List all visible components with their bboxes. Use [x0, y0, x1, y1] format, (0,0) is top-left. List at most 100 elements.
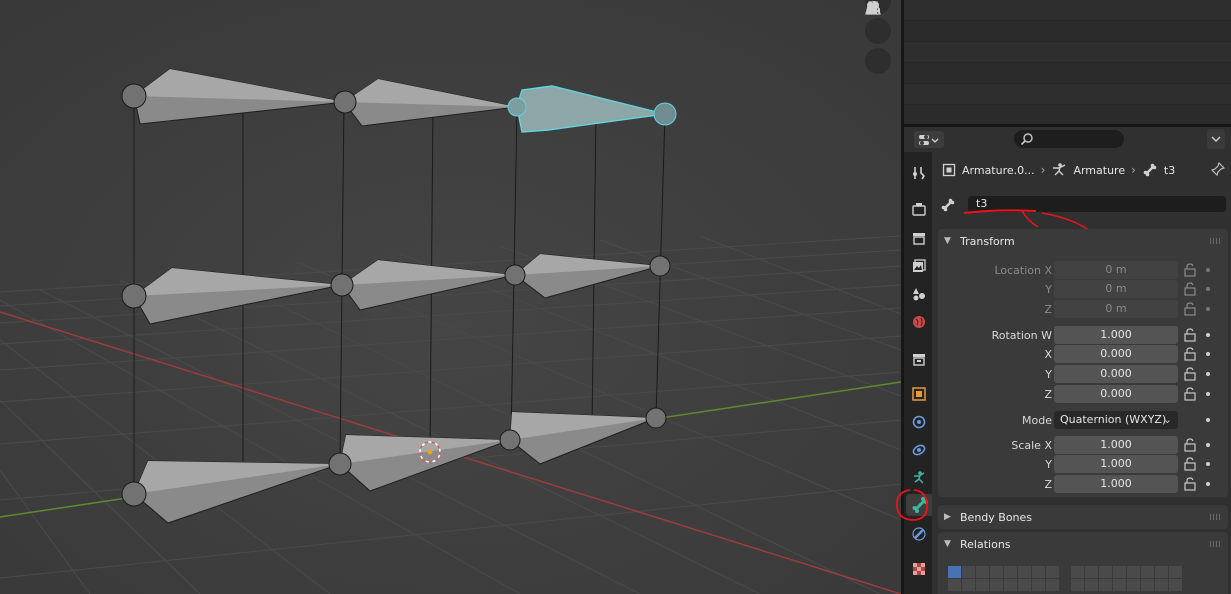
- chevron-right-icon: ▶: [944, 512, 951, 522]
- keyframe-dot[interactable]: [1206, 462, 1210, 466]
- layer-toggle[interactable]: [948, 566, 961, 578]
- layer-toggle[interactable]: [1070, 579, 1084, 591]
- keyframe-dot[interactable]: [1206, 482, 1210, 486]
- keyframe-dot[interactable]: [1206, 352, 1210, 356]
- tool-tab[interactable]: [908, 162, 930, 184]
- transform-panel-header[interactable]: ▼ Transform: [938, 229, 1228, 253]
- editor-type-selector[interactable]: [914, 131, 944, 148]
- lock-icon[interactable]: [1183, 438, 1197, 452]
- layer-toggle[interactable]: [1140, 579, 1154, 591]
- location-y-field[interactable]: 0 m: [1054, 280, 1178, 298]
- layer-toggle[interactable]: [1046, 566, 1059, 578]
- layer-toggle[interactable]: [1018, 579, 1031, 591]
- bendy-bones-panel[interactable]: ▶ Bendy Bones: [938, 505, 1228, 529]
- rotation-x-field[interactable]: 0.000: [1054, 345, 1178, 363]
- scale-y-field[interactable]: 1.000: [1054, 455, 1178, 473]
- drag-grip-icon[interactable]: [1210, 238, 1222, 244]
- lock-icon[interactable]: [1183, 387, 1197, 401]
- layer-toggle[interactable]: [948, 579, 961, 591]
- layer-toggle[interactable]: [976, 579, 989, 591]
- chevron-right-icon: ›: [1131, 163, 1136, 177]
- location-x-field[interactable]: 0 m: [1054, 261, 1178, 279]
- layer-toggle[interactable]: [1168, 566, 1182, 578]
- world-tab[interactable]: [908, 311, 930, 333]
- layer-toggle[interactable]: [1046, 579, 1059, 591]
- keyframe-dot[interactable]: [1206, 307, 1210, 311]
- outliner-area[interactable]: [904, 0, 1231, 126]
- layer-toggle[interactable]: [1032, 566, 1045, 578]
- collection-tab[interactable]: [908, 348, 930, 370]
- layer-toggle[interactable]: [1084, 566, 1098, 578]
- lock-icon[interactable]: [1183, 457, 1197, 471]
- bone-icon: [1143, 163, 1157, 177]
- keyframe-dot[interactable]: [1206, 392, 1210, 396]
- drag-grip-icon[interactable]: [1210, 541, 1222, 547]
- rotation-mode-dropdown[interactable]: Quaternion (WXYZ) ⌄: [1054, 411, 1178, 429]
- grid-perspective-icon[interactable]: [865, 1, 891, 74]
- scale-x-field[interactable]: 1.000: [1054, 436, 1178, 454]
- viewport-canvas[interactable]: [0, 0, 901, 594]
- layer-toggle[interactable]: [1004, 566, 1017, 578]
- lock-icon[interactable]: [1183, 477, 1197, 491]
- layer-toggle[interactable]: [1126, 579, 1140, 591]
- armature-icon: [914, 471, 925, 484]
- layer-toggle[interactable]: [1126, 566, 1140, 578]
- layer-toggle[interactable]: [1032, 579, 1045, 591]
- layer-toggle[interactable]: [962, 566, 975, 578]
- scene-tab[interactable]: [908, 283, 930, 305]
- camera-icon[interactable]: [865, 2, 891, 44]
- layer-toggle[interactable]: [1112, 579, 1126, 591]
- lock-icon[interactable]: [1183, 263, 1197, 277]
- layer-toggle[interactable]: [990, 566, 1003, 578]
- keyframe-dot[interactable]: [1206, 372, 1210, 376]
- bone-constraints-tab[interactable]: [908, 523, 930, 545]
- rotation-z-field[interactable]: 0.000: [1054, 385, 1178, 403]
- relations-header[interactable]: ▼ Relations: [938, 532, 1228, 556]
- rotation-z-row: Z 0.000: [938, 385, 1228, 405]
- keyframe-dot[interactable]: [1206, 333, 1210, 337]
- layer-toggle[interactable]: [976, 566, 989, 578]
- layer-toggle[interactable]: [1154, 566, 1168, 578]
- location-z-field[interactable]: 0 m: [1054, 300, 1178, 318]
- object-tab[interactable]: [908, 383, 930, 405]
- lock-icon[interactable]: [1183, 347, 1197, 361]
- location-x-label: Location X: [994, 264, 1052, 277]
- layer-toggle[interactable]: [1004, 579, 1017, 591]
- layer-toggle[interactable]: [1070, 566, 1084, 578]
- layer-toggle[interactable]: [962, 579, 975, 591]
- texture-tab[interactable]: [908, 558, 930, 580]
- modifiers-tab[interactable]: [908, 411, 930, 433]
- keyframe-dot[interactable]: [1206, 287, 1210, 291]
- output-tab[interactable]: [908, 227, 930, 249]
- render-tab[interactable]: [908, 198, 930, 220]
- rotation-y-field[interactable]: 0.000: [1054, 365, 1178, 383]
- layer-toggle[interactable]: [1018, 566, 1031, 578]
- lock-icon[interactable]: [1183, 367, 1197, 381]
- keyframe-dot[interactable]: [1206, 443, 1210, 447]
- lock-icon[interactable]: [1183, 328, 1197, 342]
- layer-toggle[interactable]: [1154, 579, 1168, 591]
- keyframe-dot[interactable]: [1206, 418, 1210, 422]
- layer-toggle[interactable]: [1098, 579, 1112, 591]
- lock-icon[interactable]: [1183, 282, 1197, 296]
- physics-tab[interactable]: [908, 439, 930, 461]
- bendy-bones-header[interactable]: ▶ Bendy Bones: [938, 505, 1228, 529]
- lock-icon[interactable]: [1183, 302, 1197, 316]
- outliner-row: [904, 21, 1231, 42]
- layer-toggle[interactable]: [1098, 566, 1112, 578]
- rotation-w-field[interactable]: 1.000: [1054, 326, 1178, 344]
- layer-toggle[interactable]: [1140, 566, 1154, 578]
- 3d-viewport[interactable]: [0, 0, 901, 594]
- properties-search-input[interactable]: [1014, 130, 1124, 148]
- keyframe-dot[interactable]: [1206, 268, 1210, 272]
- layer-toggle[interactable]: [990, 579, 1003, 591]
- scale-z-field[interactable]: 1.000: [1054, 475, 1178, 493]
- drag-grip-icon[interactable]: [1210, 514, 1222, 520]
- layer-toggle[interactable]: [1084, 579, 1098, 591]
- layer-toggle[interactable]: [1112, 566, 1126, 578]
- properties-options-dropdown[interactable]: [1207, 129, 1225, 149]
- search-icon: [1020, 133, 1033, 146]
- pin-icon[interactable]: [1211, 162, 1225, 176]
- layer-toggle[interactable]: [1168, 579, 1182, 591]
- view-layer-tab[interactable]: [908, 255, 930, 277]
